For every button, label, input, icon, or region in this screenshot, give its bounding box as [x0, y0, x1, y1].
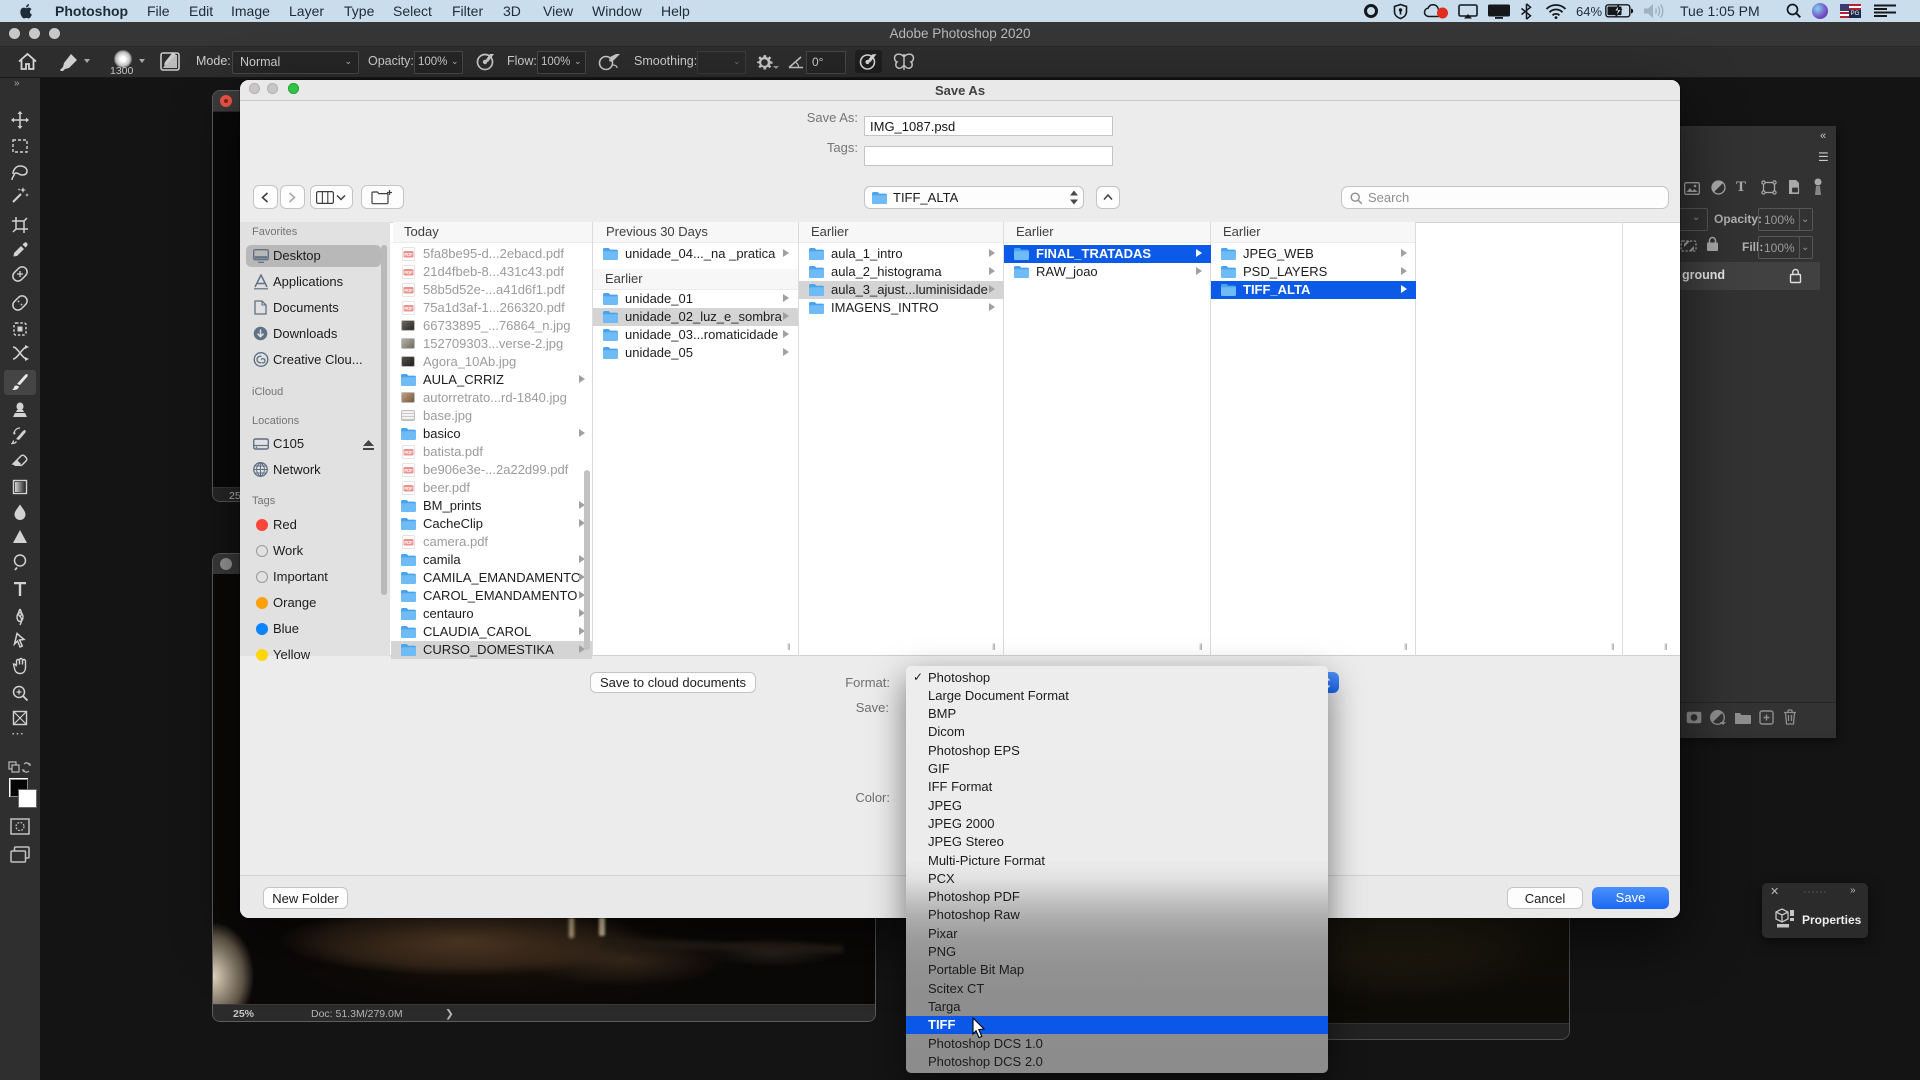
- svg-text:PDF: PDF: [404, 288, 413, 293]
- svg-text:PDF: PDF: [404, 270, 413, 275]
- svg-text:PDF: PDF: [404, 252, 413, 257]
- svg-text:PDF: PDF: [404, 450, 413, 455]
- svg-text:PDF: PDF: [404, 540, 413, 545]
- svg-text:PDF: PDF: [404, 306, 413, 311]
- svg-text:PDF: PDF: [404, 468, 413, 473]
- svg-text:PDF: PDF: [404, 486, 413, 491]
